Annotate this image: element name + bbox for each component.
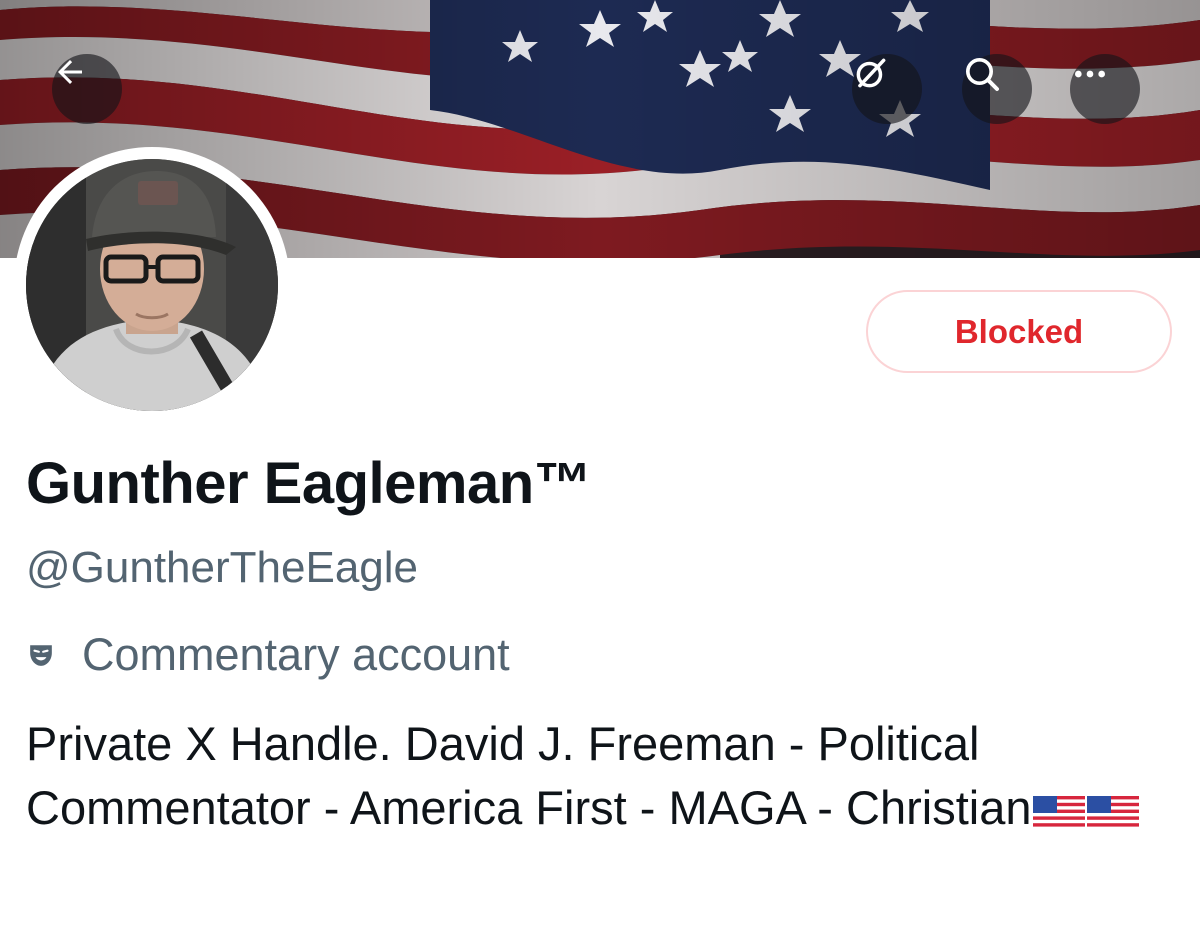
search-button[interactable] [962,54,1032,124]
back-button[interactable] [52,54,122,124]
avatar-photo [26,159,278,411]
arrow-left-icon [58,60,82,84]
search-icon [966,58,999,91]
user-handle: @GuntherTheEagle [26,543,419,592]
grok-icon [856,58,886,88]
profile-bio: Private X Handle. David J. Freeman - Pol… [26,712,1186,840]
us-flag-emoji [1087,796,1140,830]
bio-text: Private X Handle. David J. Freeman - Pol… [26,717,1032,834]
us-flag-emoji [1033,796,1086,830]
more-horizontal-icon [1075,70,1105,78]
profile-avatar[interactable] [14,147,290,423]
display-name: Gunther Eagleman™ [26,451,592,516]
theater-mask-icon [30,645,52,666]
grok-button[interactable] [852,54,922,124]
blocked-button-label: Blocked [954,312,1084,350]
account-label-text: Commentary account [82,629,510,680]
more-options-button[interactable] [1070,54,1140,124]
account-label[interactable]: Commentary account [26,624,510,686]
blocked-button[interactable]: Blocked [866,290,1172,373]
